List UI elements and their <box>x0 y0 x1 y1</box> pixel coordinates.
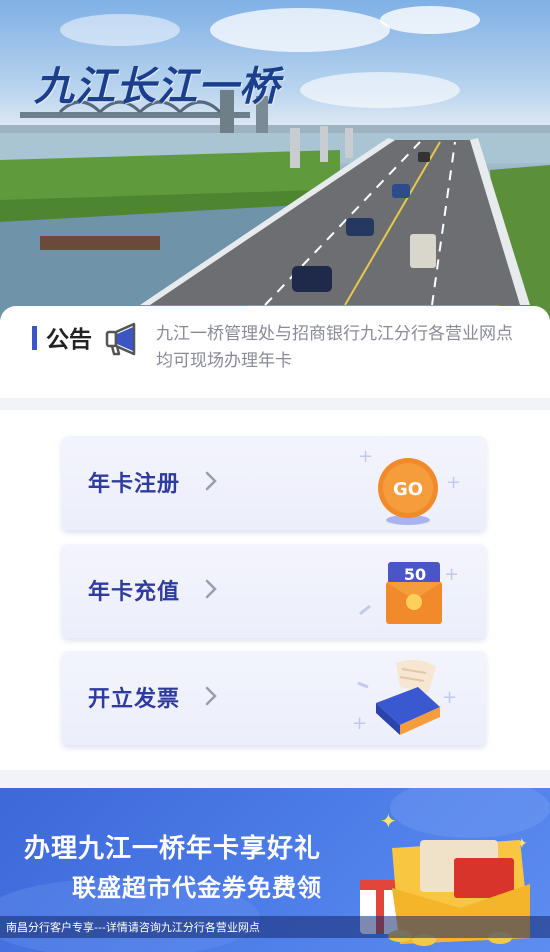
card-annual-pass-recharge[interactable]: 年卡充值 + 50 <box>62 544 486 638</box>
section-divider <box>0 398 550 410</box>
card-label: 年卡注册 <box>88 472 181 497</box>
card-issue-invoice[interactable]: 开立发票 + + <box>62 651 486 745</box>
card-label: 年卡充值 <box>88 580 181 605</box>
notice-accent-bar <box>32 326 37 350</box>
chevron-right-icon <box>205 579 217 599</box>
svg-text:✦: ✦ <box>380 809 397 833</box>
chevron-right-icon <box>205 686 217 706</box>
section-divider <box>0 770 550 788</box>
hero-banner-image: 九江长江一桥 <box>0 0 550 320</box>
go-coin-icon: + + GO <box>358 446 461 525</box>
card-annual-pass-register[interactable]: 年卡注册 + + GO <box>62 436 486 530</box>
megaphone-icon <box>105 322 136 356</box>
go-badge-text: GO <box>393 479 423 500</box>
voucher-50-icon: + 50 <box>359 562 459 624</box>
card-label: 开立发票 <box>88 687 181 712</box>
voucher-value-text: 50 <box>404 565 426 584</box>
notice-title: 公告 <box>46 327 92 353</box>
invoice-box-icon: + + <box>352 659 457 735</box>
svg-text:+: + <box>446 472 461 493</box>
chevron-right-icon <box>205 471 217 491</box>
hero-title: 九江长江一桥 <box>34 63 280 110</box>
bridge-illustration <box>0 6 550 320</box>
banner-footer-text: 南昌分行客户专享---详情请咨询九江分行各营业网点 <box>6 921 260 934</box>
banner-subheadline: 联盛超市代金券免费领 <box>72 874 322 902</box>
svg-text:+: + <box>444 564 459 585</box>
svg-text:+: + <box>358 446 373 467</box>
notice-text[interactable]: 九江一桥管理处与招商银行九江分行各营业网点均可现场办理年卡 <box>156 321 526 375</box>
banner-headline: 办理九江一桥年卡享好礼 <box>24 834 322 864</box>
svg-text:+: + <box>352 713 367 734</box>
svg-text:+: + <box>442 687 457 708</box>
